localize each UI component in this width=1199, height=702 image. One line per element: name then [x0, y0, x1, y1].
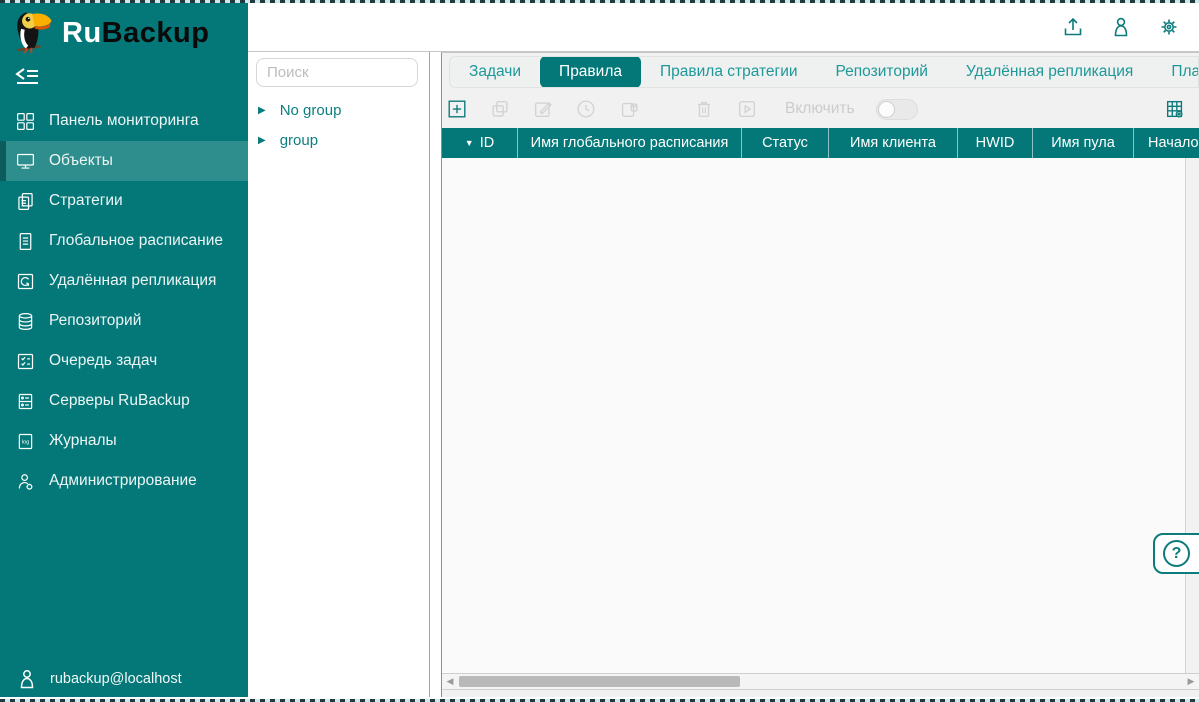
search-input[interactable]: [256, 58, 418, 87]
column-header-id[interactable]: ▼ ID: [442, 128, 518, 158]
column-label: Статус: [762, 135, 808, 151]
replication-icon: [15, 271, 36, 292]
objects-icon: [15, 151, 36, 172]
sidebar-item-label: Очередь задач: [49, 352, 157, 370]
top-header: [248, 3, 1199, 52]
question-icon: ?: [1163, 540, 1190, 567]
tree-item-label: group: [280, 132, 318, 149]
tab-tasks[interactable]: Задачи: [450, 56, 540, 88]
tab-recovery-plan[interactable]: План восстановления: [1152, 56, 1199, 88]
sidebar-item-label: Глобальное расписание: [49, 232, 223, 250]
sidebar-item-strategies[interactable]: Стратегии: [0, 181, 248, 221]
tab-strategy-rules[interactable]: Правила стратегии: [641, 56, 817, 88]
sidebar-item-label: Администрирование: [49, 472, 197, 490]
sidebar-nav: Панель мониторинга Объекты Стратегии Гло…: [0, 101, 248, 501]
sidebar-item-repository[interactable]: Репозиторий: [0, 301, 248, 341]
table-settings-icon[interactable]: [1164, 98, 1186, 120]
vertical-scrollbar-gutter: [1185, 158, 1199, 673]
svg-text:log: log: [22, 439, 30, 445]
column-label: ID: [480, 135, 495, 151]
sidebar-item-label: Журналы: [49, 432, 117, 450]
toucan-logo-icon: [12, 8, 54, 59]
column-label: HWID: [976, 135, 1015, 151]
global-schedule-icon: [15, 231, 36, 252]
clock-icon[interactable]: [575, 98, 597, 120]
chevron-right-icon[interactable]: ▶: [258, 105, 266, 116]
selection-marquee-top: [0, 0, 1199, 3]
copy-pool-icon[interactable]: [618, 98, 640, 120]
tab-repository[interactable]: Репозиторий: [817, 56, 947, 88]
column-header-client-name[interactable]: Имя клиента: [829, 128, 958, 158]
delete-icon[interactable]: [693, 98, 715, 120]
repository-icon: [15, 311, 36, 332]
sidebar-item-global-schedule[interactable]: Глобальное расписание: [0, 221, 248, 261]
column-label: Имя клиента: [850, 135, 936, 151]
sidebar: RuBackup Панель мониторинга Объекты Стра…: [0, 3, 248, 697]
tab-remote-replication[interactable]: Удалённая репликация: [947, 56, 1152, 88]
sidebar-item-dashboard[interactable]: Панель мониторинга: [0, 101, 248, 141]
sidebar-item-label: Удалённая репликация: [49, 272, 216, 290]
tree-item-label: No group: [280, 102, 342, 119]
run-icon[interactable]: [736, 98, 758, 120]
sidebar-item-remote-replication[interactable]: Удалённая репликация: [0, 261, 248, 301]
sidebar-item-label: Серверы RuBackup: [49, 392, 190, 410]
help-button[interactable]: ?: [1153, 533, 1199, 574]
tree-item-group[interactable]: ▶ group: [248, 125, 429, 155]
tab-rules[interactable]: Правила: [540, 56, 641, 88]
sidebar-item-servers[interactable]: Серверы RuBackup: [0, 381, 248, 421]
sidebar-item-label: Стратегии: [49, 192, 123, 210]
sort-desc-icon[interactable]: ▼: [465, 138, 474, 148]
scroll-right-icon[interactable]: ▶: [1183, 674, 1199, 689]
column-label: Имя глобального расписания: [531, 135, 729, 151]
toggle-knob: [878, 101, 895, 118]
brand-title: RuBackup: [62, 17, 209, 50]
edit-icon[interactable]: [532, 98, 554, 120]
column-header-hwid[interactable]: HWID: [958, 128, 1033, 158]
chevron-right-icon[interactable]: ▶: [258, 135, 266, 146]
scroll-left-icon[interactable]: ◀: [442, 674, 458, 689]
toolbar: Включить: [446, 91, 1199, 127]
add-icon[interactable]: [446, 98, 468, 120]
sidebar-item-logs[interactable]: log Журналы: [0, 421, 248, 461]
table-body-empty: [442, 158, 1199, 673]
user-icon[interactable]: [1109, 15, 1133, 39]
task-queue-icon: [15, 351, 36, 372]
administration-icon: [15, 471, 36, 492]
tabs-row: Задачи Правила Правила стратегии Репозит…: [449, 56, 1199, 88]
user-icon: [18, 669, 36, 689]
sidebar-item-label: Объекты: [49, 152, 113, 170]
collapse-sidebar-icon[interactable]: [14, 65, 40, 89]
column-header-period-start[interactable]: Начало периода: [1134, 128, 1199, 158]
main-panel: Задачи Правила Правила стратегии Репозит…: [441, 52, 1199, 697]
tree-item-no-group[interactable]: ▶ No group: [248, 95, 429, 125]
strategies-icon: [15, 191, 36, 212]
column-label: Начало периода: [1148, 135, 1199, 151]
current-user-label: rubackup@localhost: [50, 671, 182, 687]
column-header-status[interactable]: Статус: [742, 128, 829, 158]
sidebar-item-label: Панель мониторинга: [49, 112, 199, 130]
column-header-pool-name[interactable]: Имя пула: [1033, 128, 1134, 158]
servers-icon: [15, 391, 36, 412]
upload-icon[interactable]: [1061, 15, 1085, 39]
sidebar-item-label: Репозиторий: [49, 312, 141, 330]
gear-icon[interactable]: [1157, 15, 1181, 39]
enable-toggle[interactable]: [876, 99, 918, 120]
sidebar-item-objects[interactable]: Объекты: [0, 141, 248, 181]
logs-icon: log: [15, 431, 36, 452]
groups-panel: ▶ No group ▶ group: [248, 52, 430, 697]
current-user[interactable]: rubackup@localhost: [0, 669, 182, 689]
copy-icon[interactable]: [489, 98, 511, 120]
scrollbar-thumb[interactable]: [459, 676, 740, 687]
column-label: Имя пула: [1051, 135, 1115, 151]
groups-tree: ▶ No group ▶ group: [248, 95, 429, 155]
enable-label: Включить: [785, 100, 855, 118]
dashboard-icon: [15, 111, 36, 132]
table-header: ▼ ID Имя глобального расписания Статус И…: [442, 128, 1199, 158]
horizontal-scrollbar[interactable]: ◀ ▶: [442, 673, 1199, 690]
sidebar-item-task-queue[interactable]: Очередь задач: [0, 341, 248, 381]
column-header-schedule-name[interactable]: Имя глобального расписания: [518, 128, 742, 158]
sidebar-item-administration[interactable]: Администрирование: [0, 461, 248, 501]
logo: RuBackup: [0, 3, 248, 55]
